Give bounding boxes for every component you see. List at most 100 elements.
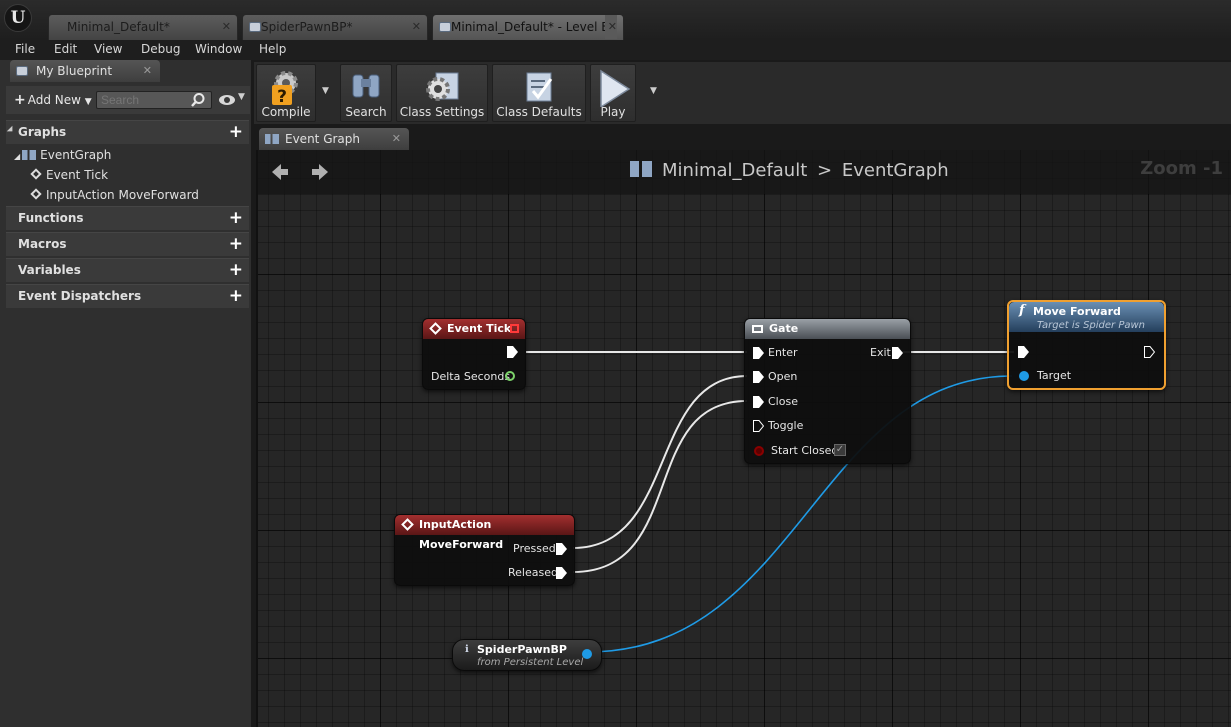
class-settings-label: Class Settings	[399, 105, 485, 119]
play-button[interactable]: Play	[590, 64, 636, 122]
spider-pawn-bp-node[interactable]: ℹ SpiderPawnBP from Persistent Level	[452, 639, 602, 671]
add-graph-icon[interactable]: +	[229, 123, 243, 141]
exec-out-pin-icon[interactable]	[556, 543, 567, 555]
class-settings-button[interactable]: Class Settings	[396, 64, 488, 122]
exec-wire-pressed-open	[572, 375, 748, 549]
event-tick-node[interactable]: Event Tick Delta Seconds	[422, 318, 526, 390]
close-icon[interactable]: ✕	[604, 15, 617, 39]
class-defaults-label: Class Defaults	[496, 105, 582, 119]
menu-view[interactable]: View	[94, 42, 122, 56]
object-pin-icon[interactable]	[1019, 371, 1029, 381]
expand-arrow-icon[interactable]: ◢	[14, 152, 20, 161]
search-icon[interactable]	[190, 92, 206, 108]
class-settings-icon	[426, 72, 459, 101]
add-new-label: Add New	[27, 93, 81, 107]
graph-icon	[22, 150, 37, 160]
breadcrumb: Minimal_Default > EventGraph	[630, 160, 949, 181]
unreal-logo-icon: U	[4, 4, 32, 32]
close-icon[interactable]: ✕	[143, 64, 152, 77]
exec-in-pin-icon[interactable]	[753, 371, 764, 383]
exec-out-pin-icon[interactable]	[892, 347, 903, 359]
menu-file[interactable]: File	[15, 42, 35, 56]
section-variables[interactable]: Variables +	[6, 258, 249, 282]
search-label: Search	[345, 105, 387, 119]
menu-window[interactable]: Window	[195, 42, 242, 56]
node-title: InputAction MoveForward	[419, 518, 504, 551]
node-header: f Move Forward Target is Spider Pawn	[1009, 302, 1164, 332]
exec-out-pin-icon[interactable]	[507, 346, 518, 358]
chevron-down-icon[interactable]: ▼	[238, 92, 245, 102]
close-icon[interactable]: ✕	[222, 15, 231, 39]
exec-wire-released-close	[572, 400, 748, 573]
tab-spider-pawn-bp[interactable]: SpiderPawnBP* ✕	[242, 14, 428, 40]
class-defaults-button[interactable]: Class Defaults	[492, 64, 586, 122]
compile-options-chevron-icon[interactable]: ▼	[322, 86, 329, 96]
pin-label: Close	[768, 395, 798, 408]
bool-pin-icon[interactable]	[754, 446, 764, 456]
menu-bar: File Edit View Debug Window Help	[0, 40, 1231, 60]
gate-node[interactable]: Gate Enter Exit Open Close Toggle Start …	[744, 318, 911, 464]
add-function-icon[interactable]: +	[229, 209, 243, 227]
compile-icon: ?	[272, 71, 298, 107]
node-header: InputAction MoveForward	[395, 515, 574, 551]
section-macros[interactable]: Macros +	[6, 232, 249, 256]
add-variable-icon[interactable]: +	[229, 261, 243, 279]
start-closed-checkbox[interactable]: ✓	[834, 444, 846, 456]
tab-label: Minimal_Default*	[67, 20, 170, 34]
section-title: Event Dispatchers	[18, 289, 142, 303]
forward-arrow-icon[interactable]	[310, 162, 330, 182]
close-icon[interactable]: ✕	[412, 15, 421, 39]
section-functions[interactable]: Functions +	[6, 206, 249, 230]
graph-header: Minimal_Default > EventGraph Zoom -1	[258, 150, 1231, 194]
float-pin-icon[interactable]	[505, 371, 515, 381]
title-bar: U Minimal_Default* ✕ SpiderPawnBP* ✕ Min…	[0, 0, 1231, 40]
compile-button[interactable]: ? Compile	[256, 64, 316, 122]
eye-icon[interactable]	[218, 94, 236, 106]
tab-level-blueprint[interactable]: Minimal_Default* - Level B ✕	[432, 14, 624, 40]
exec-in-pin-icon[interactable]	[753, 347, 764, 359]
exec-in-pin-icon[interactable]	[1018, 346, 1029, 358]
section-event-dispatchers[interactable]: Event Dispatchers +	[6, 284, 249, 308]
pin-label: Enter	[768, 346, 798, 359]
tree-item-label: InputAction MoveForward	[46, 188, 199, 202]
add-event-dispatcher-icon[interactable]: +	[229, 287, 243, 305]
event-icon	[429, 322, 442, 335]
exec-out-pin-icon[interactable]	[1144, 346, 1155, 358]
expand-arrow-icon[interactable]	[6, 125, 16, 135]
svg-text:?: ?	[277, 87, 287, 107]
exec-in-pin-icon[interactable]	[753, 396, 764, 408]
breadcrumb-root[interactable]: Minimal_Default	[662, 160, 807, 181]
tree-item-input-action[interactable]: InputAction MoveForward	[30, 188, 199, 202]
graph-canvas[interactable]: Minimal_Default > EventGraph Zoom -1 Eve…	[256, 150, 1231, 727]
add-macro-icon[interactable]: +	[229, 235, 243, 253]
move-forward-node[interactable]: f Move Forward Target is Spider Pawn Tar…	[1007, 300, 1166, 390]
event-icon	[401, 518, 414, 531]
node-title: Event Tick	[447, 322, 512, 335]
blueprint-icon	[439, 22, 451, 32]
section-graphs[interactable]: Graphs +	[6, 120, 249, 144]
plus-icon: +	[14, 92, 26, 108]
back-arrow-icon[interactable]	[270, 162, 290, 182]
section-title: Functions	[18, 211, 84, 225]
node-subtitle: Target is Spider Pawn	[1037, 320, 1146, 331]
pin-label: Delta Seconds	[431, 370, 511, 383]
input-action-move-forward-node[interactable]: InputAction MoveForward Pressed Released	[394, 514, 575, 586]
tree-item-eventgraph[interactable]: ◢ EventGraph	[14, 148, 111, 162]
menu-edit[interactable]: Edit	[54, 42, 77, 56]
tab-event-graph[interactable]: Event Graph ✕	[259, 128, 409, 150]
search-button[interactable]: Search	[340, 64, 392, 122]
tab-minimal-default[interactable]: Minimal_Default* ✕	[48, 14, 238, 40]
exec-out-pin-icon[interactable]	[556, 567, 567, 579]
add-new-button[interactable]: + Add New ▼	[8, 90, 98, 110]
exec-in-pin-icon[interactable]	[753, 420, 764, 432]
menu-debug[interactable]: Debug	[141, 42, 180, 56]
tree-item-event-tick[interactable]: Event Tick	[30, 168, 108, 182]
my-blueprint-tab[interactable]: My Blueprint ✕	[10, 60, 160, 82]
event-icon	[30, 168, 42, 180]
menu-help[interactable]: Help	[259, 42, 286, 56]
close-icon[interactable]: ✕	[392, 132, 401, 145]
object-pin-icon[interactable]	[582, 649, 592, 659]
pin-label: Released	[508, 566, 558, 579]
my-blueprint-toolbar: +Add New ▼ ▼	[6, 86, 250, 114]
play-options-chevron-icon[interactable]: ▼	[650, 86, 657, 96]
